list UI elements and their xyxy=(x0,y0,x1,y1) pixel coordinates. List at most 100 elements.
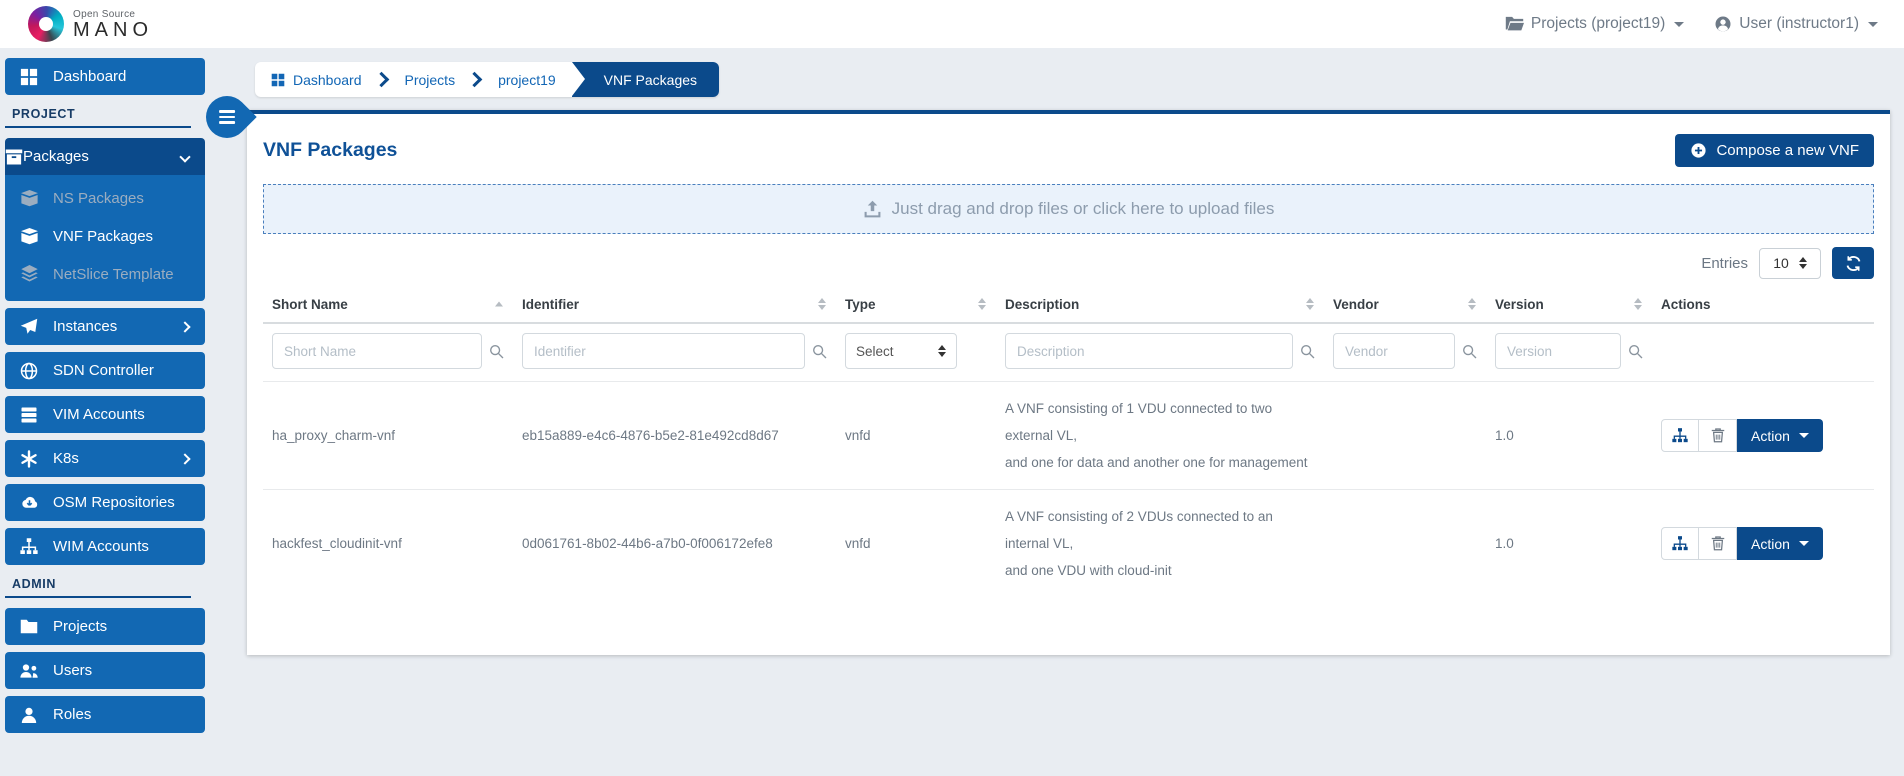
sidebar-item-users[interactable]: Users xyxy=(5,652,205,689)
search-icon[interactable] xyxy=(1462,344,1477,359)
osm-logo: Open Source MANO xyxy=(28,6,153,42)
sort-asc-icon[interactable] xyxy=(495,301,503,306)
cell-type: vnfd xyxy=(836,490,996,598)
compose-new-vnf-button[interactable]: Compose a new VNF xyxy=(1675,134,1874,167)
top-header: Open Source MANO Projects (project19) Us… xyxy=(0,0,1904,48)
sidebar-item-ns-packages[interactable]: NS Packages xyxy=(5,179,205,217)
sidebar-item-k8s[interactable]: K8s xyxy=(5,440,205,477)
sidebar-item-wim-accounts[interactable]: WIM Accounts xyxy=(5,528,205,565)
entries-per-page-select[interactable]: 10 xyxy=(1759,248,1821,279)
breadcrumb-dashboard[interactable]: Dashboard xyxy=(255,62,378,97)
cell-vendor xyxy=(1324,490,1486,598)
box-open-icon xyxy=(5,228,53,245)
column-header-type[interactable]: Type xyxy=(836,285,996,323)
cell-identifier: eb15a889-e4c6-4876-b5e2-81e492cd8d67 xyxy=(513,382,836,490)
sidebar-item-instances[interactable]: Instances xyxy=(5,308,205,345)
cell-actions: Action xyxy=(1652,490,1874,598)
breadcrumb-label: project19 xyxy=(498,72,556,88)
sync-icon xyxy=(1845,255,1862,272)
user-menu[interactable]: User (instructor1) xyxy=(1714,15,1878,33)
osm-swirl-icon xyxy=(28,6,64,42)
action-dropdown-button[interactable]: Action xyxy=(1737,419,1823,452)
vnf-packages-table: Short Name Identifier Type Description V… xyxy=(263,285,1874,597)
column-header-version[interactable]: Version xyxy=(1486,285,1652,323)
cell-description: A VNF consisting of 1 VDU connected to t… xyxy=(996,382,1324,490)
server-icon xyxy=(5,406,53,424)
action-dropdown-button[interactable]: Action xyxy=(1737,527,1823,560)
show-topology-button[interactable] xyxy=(1661,527,1699,560)
globe-icon xyxy=(5,362,53,380)
breadcrumb-projects[interactable]: Projects xyxy=(389,62,472,97)
plus-circle-icon xyxy=(1690,142,1707,159)
chevron-right-icon xyxy=(179,321,190,332)
layers-icon xyxy=(5,265,53,283)
entries-label: Entries xyxy=(1701,255,1748,272)
sort-icon[interactable] xyxy=(1634,298,1642,310)
sidebar-item-vim-accounts[interactable]: VIM Accounts xyxy=(5,396,205,433)
sidebar-item-netslice-template[interactable]: NetSlice Template xyxy=(5,255,205,293)
search-icon[interactable] xyxy=(812,344,827,359)
filter-short-name-input[interactable] xyxy=(272,333,482,369)
search-icon[interactable] xyxy=(1628,344,1643,359)
filter-type-select[interactable]: Select xyxy=(845,333,957,369)
show-topology-button[interactable] xyxy=(1661,419,1699,452)
cell-type: vnfd xyxy=(836,382,996,490)
search-icon[interactable] xyxy=(1300,344,1315,359)
filter-version-input[interactable] xyxy=(1495,333,1621,369)
file-dropzone[interactable]: Just drag and drop files or click here t… xyxy=(263,184,1874,234)
sidebar-item-label: VNF Packages xyxy=(53,228,153,245)
table-row: ha_proxy_charm-vnf eb15a889-e4c6-4876-b5… xyxy=(263,382,1874,490)
table-filter-row: Select xyxy=(263,323,1874,382)
sidebar-item-roles[interactable]: Roles xyxy=(5,696,205,733)
sort-icon[interactable] xyxy=(818,298,826,310)
breadcrumb-project19[interactable]: project19 xyxy=(482,62,572,97)
delete-button[interactable] xyxy=(1699,527,1737,560)
sidebar-item-packages[interactable]: Packages xyxy=(5,138,205,175)
column-header-short-name[interactable]: Short Name xyxy=(263,285,513,323)
breadcrumb-label: Dashboard xyxy=(293,72,362,88)
delete-button[interactable] xyxy=(1699,419,1737,452)
paper-plane-icon xyxy=(5,318,53,336)
column-header-description[interactable]: Description xyxy=(996,285,1324,323)
entries-value: 10 xyxy=(1773,255,1789,271)
refresh-button[interactable] xyxy=(1832,247,1874,279)
sidebar-nav: Dashboard PROJECT Packages NS Packages V… xyxy=(0,48,209,776)
sidebar-item-osm-repositories[interactable]: OSM Repositories xyxy=(5,484,205,521)
column-header-vendor[interactable]: Vendor xyxy=(1324,285,1486,323)
sidebar-section-project: PROJECT xyxy=(5,102,191,128)
projects-menu-label: Projects (project19) xyxy=(1531,15,1665,33)
chevron-down-icon xyxy=(179,151,190,162)
sitemap-icon xyxy=(1672,536,1688,551)
sidebar-item-label: SDN Controller xyxy=(53,362,154,379)
sidebar-item-dashboard[interactable]: Dashboard xyxy=(5,58,205,95)
dashboard-grid-icon xyxy=(5,68,53,86)
filter-vendor-input[interactable] xyxy=(1333,333,1455,369)
filter-identifier-input[interactable] xyxy=(522,333,805,369)
user-circle-icon xyxy=(1714,15,1732,33)
sidebar-section-admin: ADMIN xyxy=(5,572,191,598)
sort-icon[interactable] xyxy=(1306,298,1314,310)
sidebar-item-vnf-packages[interactable]: VNF Packages xyxy=(5,217,205,255)
cell-short-name: ha_proxy_charm-vnf xyxy=(263,382,513,490)
sidebar-item-label: Instances xyxy=(53,318,117,335)
cell-vendor xyxy=(1324,382,1486,490)
cloud-download-icon xyxy=(5,495,53,511)
compose-button-label: Compose a new VNF xyxy=(1716,142,1859,159)
users-icon xyxy=(5,663,53,678)
sidebar-item-sdn-controller[interactable]: SDN Controller xyxy=(5,352,205,389)
dropzone-hint-text: Just drag and drop files or click here t… xyxy=(892,199,1275,219)
cell-description: A VNF consisting of 2 VDUs connected to … xyxy=(996,490,1324,598)
search-icon[interactable] xyxy=(489,344,504,359)
sort-icon[interactable] xyxy=(978,298,986,310)
table-header-row: Short Name Identifier Type Description V… xyxy=(263,285,1874,323)
sort-icon[interactable] xyxy=(1468,298,1476,310)
column-header-identifier[interactable]: Identifier xyxy=(513,285,836,323)
breadcrumb-label: VNF Packages xyxy=(604,72,697,88)
chevron-down-icon xyxy=(1799,541,1809,546)
projects-menu[interactable]: Projects (project19) xyxy=(1505,15,1684,33)
sidebar-item-label: Packages xyxy=(23,148,89,165)
filter-description-input[interactable] xyxy=(1005,333,1293,369)
sidebar-item-projects[interactable]: Projects xyxy=(5,608,205,645)
hamburger-icon xyxy=(219,110,235,124)
sidebar-item-label: Roles xyxy=(53,706,91,723)
